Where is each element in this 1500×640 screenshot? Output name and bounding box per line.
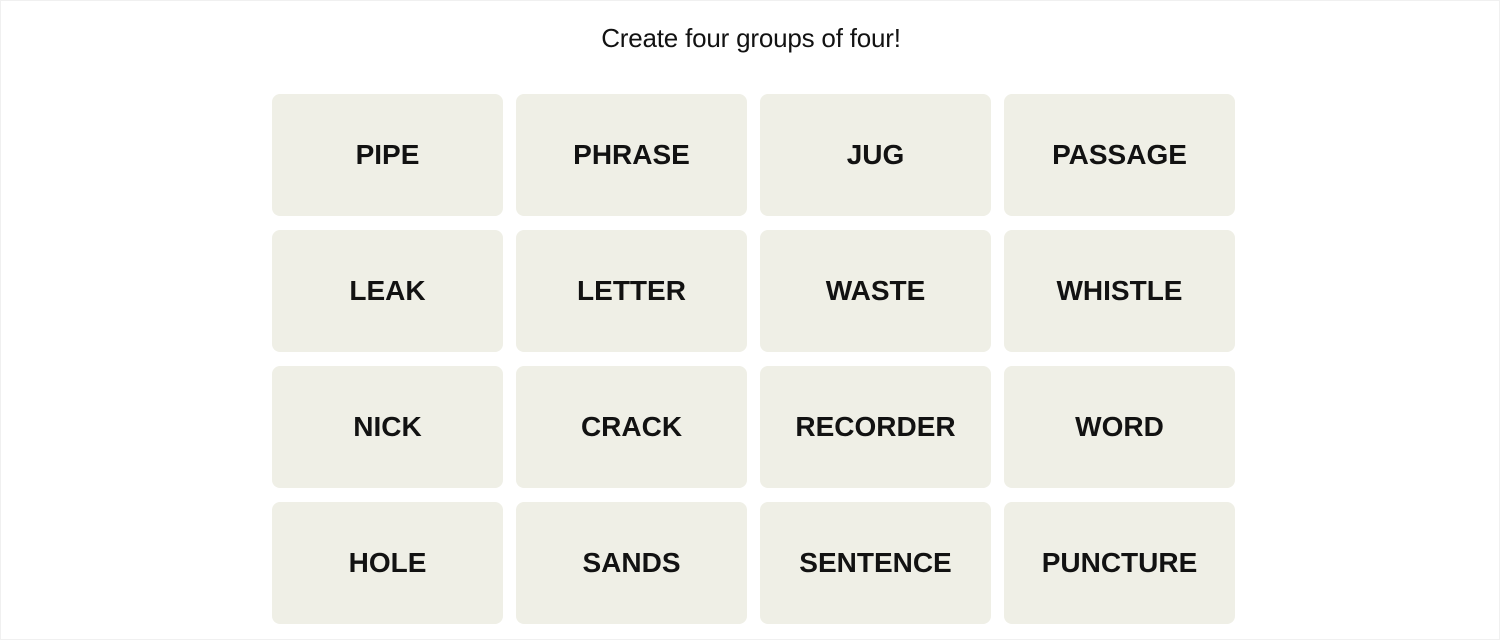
word-tile[interactable]: WASTE xyxy=(760,230,991,352)
word-tile[interactable]: LEAK xyxy=(272,230,503,352)
word-tile[interactable]: SANDS xyxy=(516,502,747,624)
word-tile[interactable]: PASSAGE xyxy=(1004,94,1235,216)
word-tile[interactable]: PUNCTURE xyxy=(1004,502,1235,624)
game-instructions: Create four groups of four! xyxy=(601,23,901,53)
word-tile[interactable]: CRACK xyxy=(516,366,747,488)
word-grid: PIPE PHRASE JUG PASSAGE LEAK LETTER WAST… xyxy=(272,94,1235,624)
word-tile[interactable]: LETTER xyxy=(516,230,747,352)
word-tile[interactable]: SENTENCE xyxy=(760,502,991,624)
word-tile[interactable]: HOLE xyxy=(272,502,503,624)
word-tile[interactable]: WHISTLE xyxy=(1004,230,1235,352)
word-tile[interactable]: NICK xyxy=(272,366,503,488)
word-tile[interactable]: WORD xyxy=(1004,366,1235,488)
word-tile[interactable]: PIPE xyxy=(272,94,503,216)
word-tile[interactable]: PHRASE xyxy=(516,94,747,216)
word-tile[interactable]: RECORDER xyxy=(760,366,991,488)
word-tile[interactable]: JUG xyxy=(760,94,991,216)
